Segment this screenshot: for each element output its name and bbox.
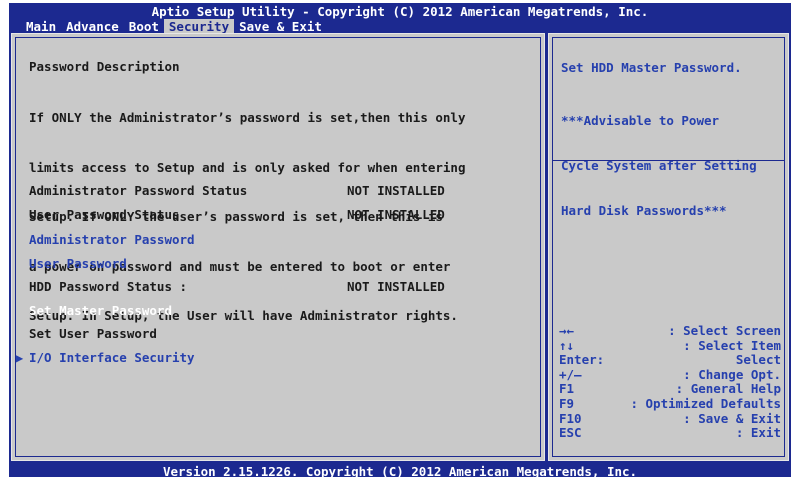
set-user-password-item[interactable]: Set User Password [29,325,157,343]
key-legend-row: +/— : Change Opt. [559,366,781,383]
window-title: Aptio Setup Utility - Copyright (C) 2012… [151,4,649,19]
key-legend-row: ESC : Exit [559,426,781,441]
admin-password-label: Administrator Password [29,232,195,247]
key-label: F10 [559,410,582,426]
key-label: +/— [559,366,582,382]
key-label: Enter: [559,352,605,368]
description-line: If ONLY the Administrator’s password is … [29,110,466,125]
menu-bar: Main Advance Boot Security Save & Exit [21,19,327,34]
user-password-status-row: User Password Status NOT INSTALLED [29,206,445,224]
submenu-arrow-icon: ▶ [16,351,24,365]
tab-main[interactable]: Main [21,19,61,34]
key-legend-row: ↑↓ : Select Item [559,337,781,354]
set-master-password-item[interactable]: Set Master Password [29,302,172,320]
key-description: : Select Screen [668,323,781,338]
io-interface-security-label: I/O Interface Security [29,350,195,365]
admin-password-status-value: NOT INSTALLED [347,183,445,198]
key-legend-row: F10 : Save & Exit [559,410,781,427]
key-legend-row: Enter: Select [559,353,781,368]
key-description: : Save & Exit [683,410,781,426]
tab-save-exit[interactable]: Save & Exit [234,19,327,34]
key-label: ESC [559,425,582,441]
key-legend-row: F9 : Optimized Defaults [559,395,781,412]
description-heading: Password Description [29,59,180,74]
user-password-status-value: NOT INSTALLED [347,207,445,222]
hdd-password-status-row: HDD Password Status : NOT INSTALLED [29,278,445,296]
key-description: Select [735,352,781,368]
status-bar: Version 2.15.1226. Copyright (C) 2012 Am… [162,465,638,477]
tab-advance[interactable]: Advance [61,19,124,34]
admin-password-status-label: Administrator Password Status [29,183,248,198]
user-password-item[interactable]: User Password [29,255,127,273]
key-description: : Select Item [683,337,781,353]
hdd-password-status-label: HDD Password Status : [29,279,188,294]
admin-password-status-row: Administrator Password Status NOT INSTAL… [29,182,445,200]
set-user-password-label: Set User Password [29,326,157,341]
key-description: : Exit [735,425,781,441]
user-password-label: User Password [29,256,127,271]
help-panel: Set HDD Master Password. ***Advisable to… [548,33,789,461]
key-legend-row: →← : Select Screen [559,323,781,339]
key-legend: →← : Select Screen ↑↓ : Select Item Enter:… [559,323,781,441]
key-label: F9 [559,395,575,411]
description-line: limits access to Setup and is only asked… [29,159,466,175]
help-title: Set HDD Master Password. [561,60,742,75]
help-note-line: Hard Disk Passwords*** [561,203,727,218]
tab-boot[interactable]: Boot [124,19,164,34]
help-note-line: ***Advisable to Power [561,113,720,128]
key-description: : Optimized Defaults [630,395,781,411]
key-label: ↑↓ [559,337,575,353]
user-password-status-label: User Password Status [29,207,180,222]
tab-security[interactable]: Security [163,19,235,34]
bios-screen: Aptio Setup Utility - Copyright (C) 2012… [9,3,791,477]
key-label: F1 [559,381,575,397]
admin-password-item[interactable]: Administrator Password [29,231,195,249]
settings-panel: Password Description If ONLY the Adminis… [11,33,545,461]
key-legend-row: F1 : General Help [559,382,781,397]
hdd-password-status-value: NOT INSTALLED [347,279,445,294]
set-master-password-label: Set Master Password [29,303,172,318]
key-description: : Change Opt. [683,366,781,382]
io-interface-security-item[interactable]: ▶ I/O Interface Security [16,349,195,367]
key-description: : General Help [675,381,781,397]
key-label: →← [559,323,575,338]
help-divider [553,160,784,161]
help-note: ***Advisable to Power Cycle System after… [561,83,757,248]
